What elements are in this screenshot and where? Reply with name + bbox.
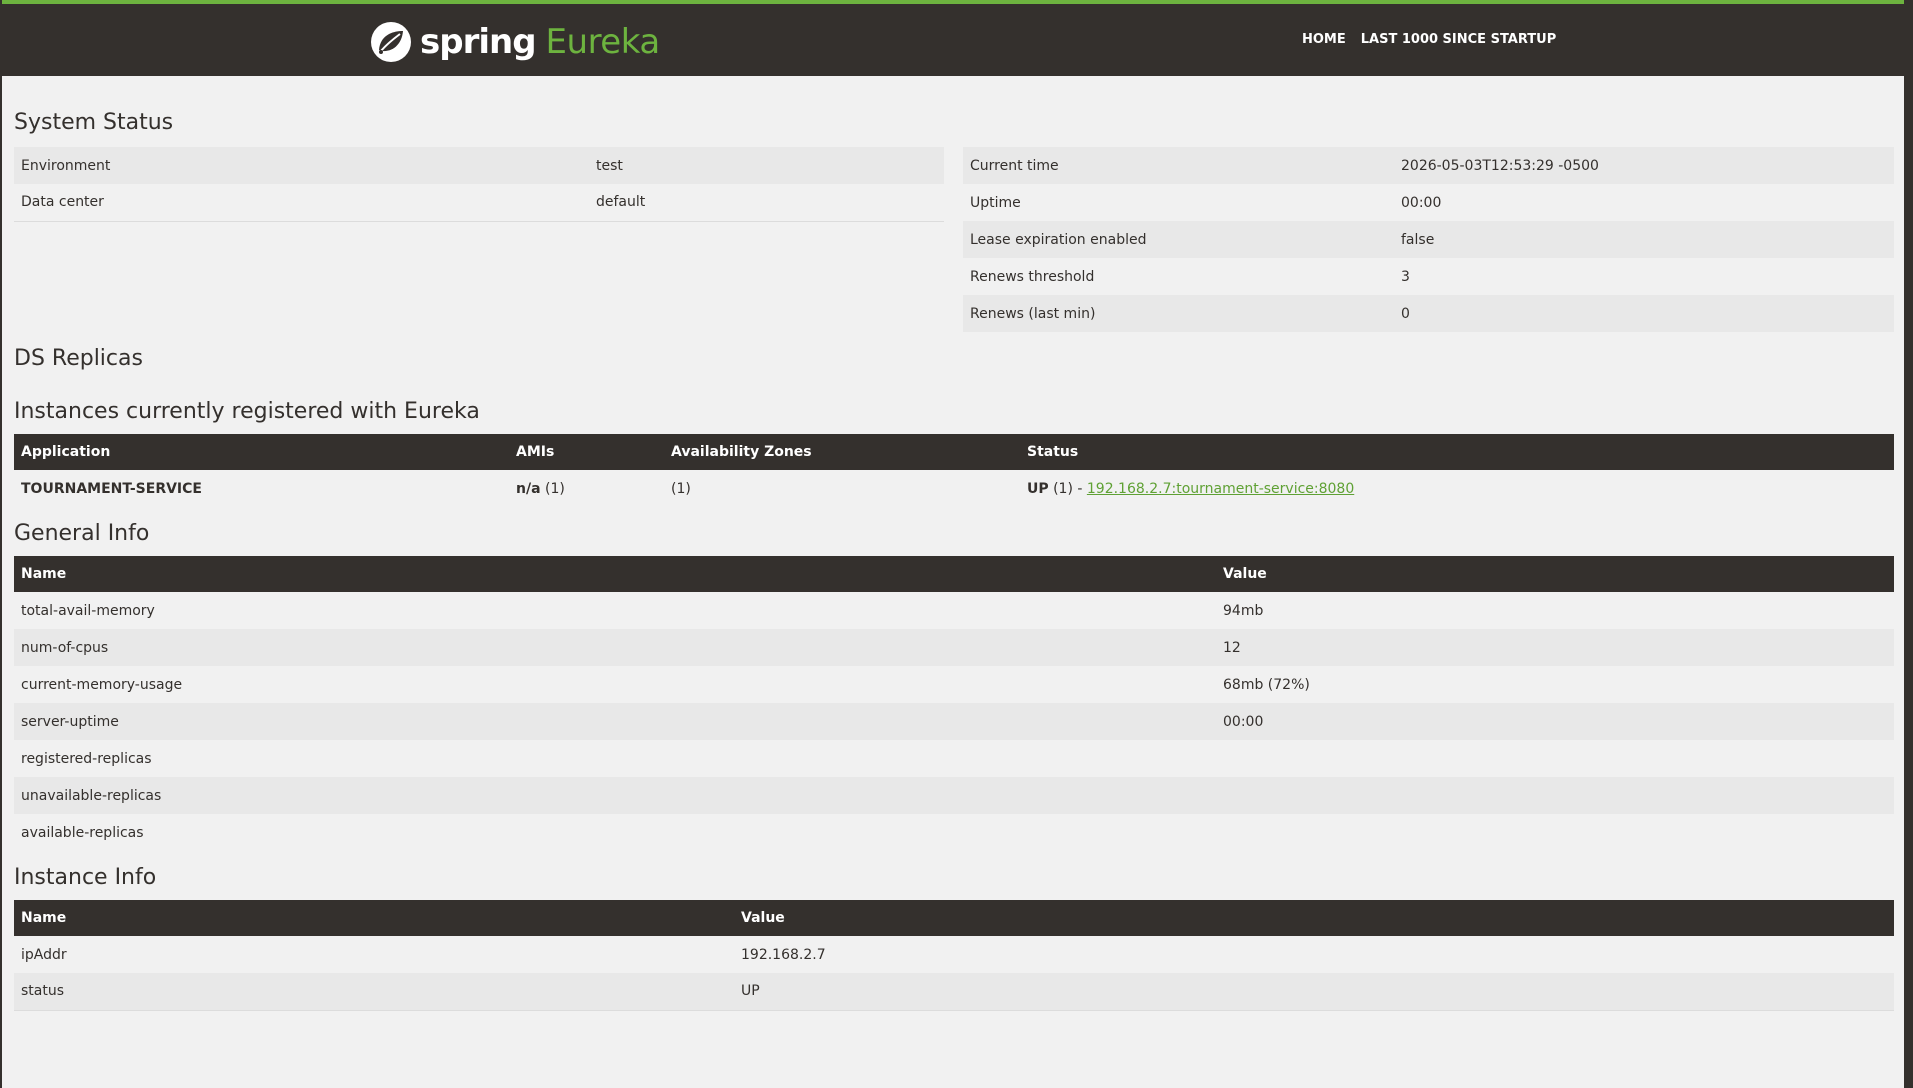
table-row: total-avail-memory 94mb — [14, 592, 1894, 629]
system-status-right: Current time 2026-05-03T12:53:29 -0500 U… — [963, 147, 1894, 332]
info-name-cell: current-memory-usage — [14, 666, 1216, 703]
status-value-cell: 3 — [1394, 258, 1894, 295]
system-status-section: Environment test Data center default Cur… — [14, 147, 1894, 332]
info-value-cell: 94mb — [1216, 592, 1894, 629]
info-value-cell: 00:00 — [1216, 703, 1894, 740]
table-row: server-uptime 00:00 — [14, 703, 1894, 740]
status-name-cell: Data center — [14, 184, 589, 221]
nav-home-link[interactable]: HOME — [1302, 32, 1346, 47]
brand-eureka-text: Eureka — [545, 22, 661, 62]
info-name-cell: ipAddr — [14, 936, 734, 973]
status-name-cell: Renews (last min) — [963, 295, 1394, 332]
table-header-row: Application AMIs Availability Zones Stat… — [14, 434, 1894, 470]
col-value: Value — [1216, 556, 1894, 592]
info-value-cell — [1216, 777, 1894, 814]
table-row: Uptime 00:00 — [963, 184, 1894, 221]
info-name-cell: available-replicas — [14, 814, 1216, 851]
table-row: current-memory-usage 68mb (72%) — [14, 666, 1894, 703]
table-row: available-replicas — [14, 814, 1894, 851]
brand-logo[interactable]: spring Eureka — [370, 18, 660, 66]
system-status-left-table: Environment test Data center default — [14, 147, 944, 222]
spring-leaf-icon — [371, 22, 411, 62]
table-row: unavailable-replicas — [14, 777, 1894, 814]
status-name-cell: Environment — [14, 147, 589, 184]
table-header-row: Name Value — [14, 900, 1894, 936]
table-row: Environment test — [14, 147, 944, 184]
table-row: registered-replicas — [14, 740, 1894, 777]
system-status-right-table: Current time 2026-05-03T12:53:29 -0500 U… — [963, 147, 1894, 332]
instances-title: Instances currently registered with Eure… — [14, 399, 480, 424]
window-scrollbar[interactable] — [1904, 0, 1913, 1088]
info-value-cell: 192.168.2.7 — [734, 936, 1894, 973]
col-name: Name — [14, 556, 1216, 592]
info-value-cell: 68mb (72%) — [1216, 666, 1894, 703]
instances-table: Application AMIs Availability Zones Stat… — [14, 434, 1894, 507]
col-application: Application — [14, 434, 509, 470]
col-status: Status — [1020, 434, 1894, 470]
table-row: ipAddr 192.168.2.7 — [14, 936, 1894, 973]
status-value-cell: 2026-05-03T12:53:29 -0500 — [1394, 147, 1894, 184]
status-name-cell: Uptime — [963, 184, 1394, 221]
status-value-cell: default — [589, 184, 944, 221]
status-name-cell: Renews threshold — [963, 258, 1394, 295]
table-row: num-of-cpus 12 — [14, 629, 1894, 666]
status-up-label: UP — [1027, 480, 1049, 497]
table-header-row: Name Value — [14, 556, 1894, 592]
instance-link[interactable]: 192.168.2.7:tournament-service:8080 — [1087, 481, 1354, 497]
top-navbar: spring Eureka HOME LAST 1000 SINCE START… — [2, 0, 1906, 76]
col-name: Name — [14, 900, 734, 936]
col-value: Value — [734, 900, 1894, 936]
status-count: (1) - — [1048, 480, 1087, 497]
status-cell: UP (1) - 192.168.2.7:tournament-service:… — [1020, 470, 1894, 507]
table-row: Renews threshold 3 — [963, 258, 1894, 295]
table-row: status UP — [14, 973, 1894, 1010]
table-row: Lease expiration enabled false — [963, 221, 1894, 258]
col-zones: Availability Zones — [664, 434, 1020, 470]
info-value-cell — [1216, 740, 1894, 777]
info-name-cell: num-of-cpus — [14, 629, 1216, 666]
status-value-cell: 00:00 — [1394, 184, 1894, 221]
info-name-cell: unavailable-replicas — [14, 777, 1216, 814]
nav-links: HOME LAST 1000 SINCE STARTUP — [1302, 32, 1556, 47]
table-row: Current time 2026-05-03T12:53:29 -0500 — [963, 147, 1894, 184]
ds-replicas-title: DS Replicas — [14, 346, 143, 371]
general-info-table: Name Value total-avail-memory 94mb num-of… — [14, 556, 1894, 851]
status-name-cell: Lease expiration enabled — [963, 221, 1394, 258]
col-amis: AMIs — [509, 434, 664, 470]
general-info-title: General Info — [14, 521, 150, 546]
zones-cell: (1) — [664, 470, 1020, 507]
main-content: System Status Environment test Data cent… — [14, 76, 1894, 1011]
status-value-cell: 0 — [1394, 295, 1894, 332]
status-value-cell: false — [1394, 221, 1894, 258]
brand-spring-text: spring — [420, 22, 537, 62]
info-value-cell: 12 — [1216, 629, 1894, 666]
info-name-cell: status — [14, 973, 734, 1010]
info-name-cell: server-uptime — [14, 703, 1216, 740]
info-value-cell — [1216, 814, 1894, 851]
instance-info-table: Name Value ipAddr 192.168.2.7 status UP — [14, 900, 1894, 1011]
application-cell: TOURNAMENT-SERVICE — [14, 470, 509, 507]
status-value-cell: test — [589, 147, 944, 184]
system-status-title: System Status — [14, 110, 174, 135]
status-name-cell: Current time — [963, 147, 1394, 184]
info-name-cell: total-avail-memory — [14, 592, 1216, 629]
browser-frame: spring Eureka HOME LAST 1000 SINCE START… — [0, 0, 1906, 1088]
amis-count: (1) — [540, 480, 565, 497]
info-name-cell: registered-replicas — [14, 740, 1216, 777]
table-row: Data center default — [14, 184, 944, 221]
nav-last1000-link[interactable]: LAST 1000 SINCE STARTUP — [1361, 32, 1557, 47]
table-row: Renews (last min) 0 — [963, 295, 1894, 332]
info-value-cell: UP — [734, 973, 1894, 1010]
system-status-left: Environment test Data center default — [14, 147, 944, 332]
instance-info-title: Instance Info — [14, 865, 157, 890]
table-row: TOURNAMENT-SERVICE n/a (1) (1) UP (1) - … — [14, 470, 1894, 507]
amis-cell: n/a (1) — [509, 470, 664, 507]
amis-value: n/a — [516, 480, 541, 497]
